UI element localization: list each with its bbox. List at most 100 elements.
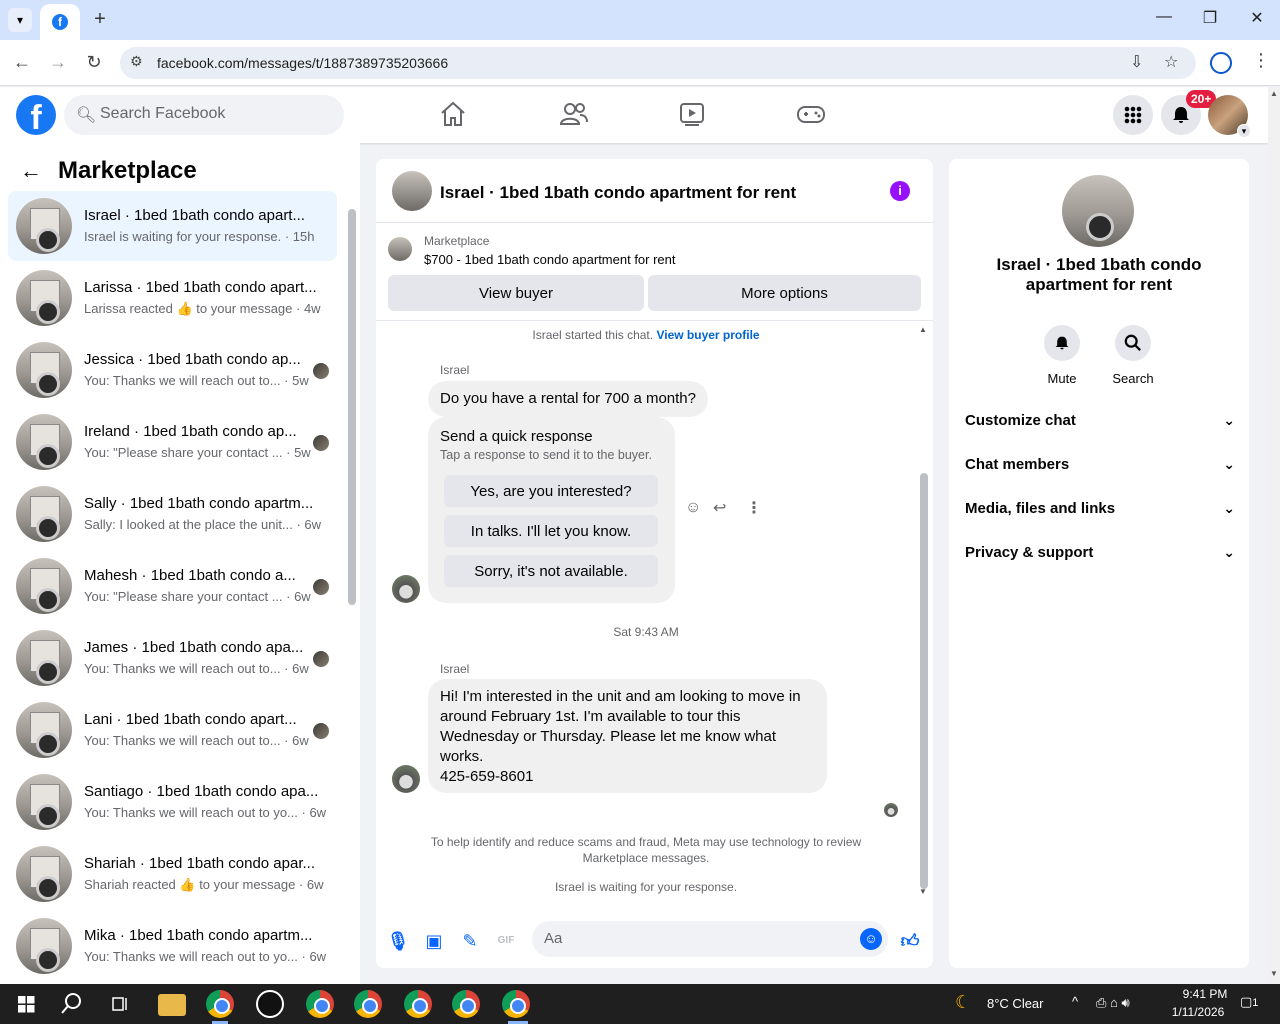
emoji-icon[interactable]: ☺ xyxy=(860,928,882,950)
account-avatar[interactable]: ▾ xyxy=(1208,95,1251,138)
chat-scrollbar[interactable]: ▲ ▼ xyxy=(918,325,930,897)
more-options-button[interactable]: More options xyxy=(648,275,921,311)
page-scrollbar[interactable]: ▲ ▼ xyxy=(1268,87,1280,984)
install-app-icon[interactable]: ⇩ xyxy=(1130,52,1143,72)
more-actions-icon[interactable]: ⋮ xyxy=(746,498,762,518)
quick-reply-yes-button[interactable]: Yes, are you interested? xyxy=(444,475,658,507)
file-explorer-icon[interactable] xyxy=(158,994,186,1016)
close-window-icon[interactable]: ✕ xyxy=(1245,8,1269,28)
conversation-item[interactable]: Ireland · 1bed 1bath condo ap... You: "Pl… xyxy=(8,407,337,477)
tab-search-button[interactable]: ▾ xyxy=(8,8,32,32)
clock-date[interactable]: 1/11/2026 xyxy=(1168,1005,1228,1019)
back-arrow-icon[interactable]: ← xyxy=(10,52,34,73)
tray-icons[interactable]: ⎙ ⌂ 🔊︎ xyxy=(1096,995,1130,1011)
sticker-icon[interactable]: ✎ xyxy=(458,929,482,953)
info-icon[interactable]: i xyxy=(890,181,910,201)
app-icon[interactable] xyxy=(256,990,284,1018)
conversation-item[interactable]: Mika · 1bed 1bath condo apartm... You: Th… xyxy=(8,911,337,981)
view-buyer-button[interactable]: View buyer xyxy=(388,275,644,311)
message-input-box[interactable]: ☺ xyxy=(532,921,888,957)
scrollbar-thumb[interactable] xyxy=(920,473,928,889)
chrome-icon[interactable] xyxy=(452,990,480,1018)
bookmark-star-icon[interactable]: ☆ xyxy=(1164,52,1178,72)
conversation-item[interactable]: Shariah · 1bed 1bath condo apar... Sharia… xyxy=(8,839,337,909)
chrome-icon[interactable] xyxy=(404,990,432,1018)
mute-action[interactable]: Mute xyxy=(1032,325,1092,386)
video-icon[interactable] xyxy=(677,99,707,129)
listing-thumbnail[interactable] xyxy=(388,237,412,261)
scroll-down-icon[interactable]: ▼ xyxy=(919,887,927,896)
chat-title[interactable]: Israel · 1bed 1bath condo apartment for … xyxy=(440,183,796,203)
scroll-up-icon[interactable]: ▲ xyxy=(1270,89,1278,98)
browser-tab-facebook[interactable]: f xyxy=(40,4,80,40)
minimize-icon[interactable]: — xyxy=(1152,8,1176,26)
conversation-item[interactable]: Mahesh · 1bed 1bath condo a... You: "Plea… xyxy=(8,551,337,621)
restore-icon[interactable]: ❐ xyxy=(1198,8,1222,28)
media-files-links-section[interactable]: Media, files and links ⌄ xyxy=(965,500,1235,517)
chat-members-section[interactable]: Chat members ⌄ xyxy=(965,456,1235,473)
browser-menu-icon[interactable]: ⋮ xyxy=(1252,50,1270,71)
reload-icon[interactable]: ↻ xyxy=(82,52,106,73)
photo-icon[interactable]: ▣ xyxy=(422,929,446,953)
conversation-list-scrollbar[interactable] xyxy=(346,193,356,983)
gaming-icon[interactable] xyxy=(796,99,826,129)
conversation-item[interactable]: Sally · 1bed 1bath condo apartm... Sally:… xyxy=(8,479,337,549)
weather-text[interactable]: 8°C Clear xyxy=(987,996,1044,1011)
bell-icon[interactable] xyxy=(1044,325,1080,361)
conversation-item[interactable]: Santiago · 1bed 1bath condo apa... You: T… xyxy=(8,767,337,837)
notification-center-icon[interactable]: ▢1 xyxy=(1240,994,1258,1010)
browser-profile-icon[interactable] xyxy=(1210,52,1232,74)
search-action[interactable]: Search xyxy=(1103,325,1163,386)
scroll-up-icon[interactable]: ▲ xyxy=(919,325,927,334)
facebook-search[interactable]: 🔍︎ xyxy=(64,95,344,135)
microphone-icon[interactable]: 🎙︎ xyxy=(386,929,410,953)
chat-avatar[interactable] xyxy=(392,171,432,211)
thumbs-up-icon[interactable]: 👍︎ xyxy=(898,929,922,953)
conversation-item[interactable]: Israel · 1bed 1bath condo apart... Israel… xyxy=(8,191,337,261)
chrome-icon[interactable] xyxy=(354,990,382,1018)
conversation-item[interactable]: Lani · 1bed 1bath condo apart... You: Tha… xyxy=(8,695,337,765)
conversation-item[interactable]: Jessica · 1bed 1bath condo ap... You: Tha… xyxy=(8,335,337,405)
gif-icon[interactable]: GIF xyxy=(494,929,518,953)
friends-icon[interactable] xyxy=(559,99,589,129)
quick-response-title: Send a quick response xyxy=(440,428,593,445)
chrome-icon[interactable] xyxy=(502,990,530,1018)
sender-avatar[interactable] xyxy=(392,765,420,793)
address-bar[interactable]: ⚙ facebook.com/messages/t/18873897352036… xyxy=(120,47,1196,79)
back-arrow-icon[interactable]: ← xyxy=(20,158,42,184)
chrome-icon[interactable] xyxy=(306,990,334,1018)
chevron-up-icon[interactable]: ^ xyxy=(1072,994,1078,1009)
message-input[interactable] xyxy=(544,930,844,947)
quick-reply-not-available-button[interactable]: Sorry, it's not available. xyxy=(444,555,658,587)
home-icon[interactable] xyxy=(438,99,468,129)
task-view-icon[interactable] xyxy=(106,990,134,1018)
message-bubble[interactable]: Do you have a rental for 700 a month? xyxy=(428,381,708,417)
customize-chat-section[interactable]: Customize chat ⌄ xyxy=(965,412,1235,429)
search-icon[interactable] xyxy=(1115,325,1151,361)
clock-time[interactable]: 9:41 PM xyxy=(1175,987,1235,1001)
facebook-logo-icon[interactable]: f xyxy=(16,95,56,135)
conversation-item[interactable]: James · 1bed 1bath condo apa... You: Than… xyxy=(8,623,337,693)
listing-title[interactable]: $700 - 1bed 1bath condo apartment for re… xyxy=(424,252,676,267)
scroll-down-icon[interactable]: ▼ xyxy=(1270,969,1278,978)
menu-grid-button[interactable] xyxy=(1113,95,1153,135)
scrollbar-thumb[interactable] xyxy=(348,209,356,605)
view-buyer-profile-link[interactable]: View buyer profile xyxy=(656,328,759,342)
quick-reply-in-talks-button[interactable]: In talks. I'll let you know. xyxy=(444,515,658,547)
url-text[interactable]: facebook.com/messages/t/1887389735203666 xyxy=(157,55,448,71)
new-tab-button[interactable]: + xyxy=(90,8,110,31)
chrome-icon[interactable] xyxy=(206,990,234,1018)
sender-avatar[interactable] xyxy=(392,575,420,603)
windows-start-icon[interactable] xyxy=(12,990,40,1018)
forward-arrow-icon[interactable]: → xyxy=(46,52,70,73)
react-emoji-icon[interactable]: ☺ xyxy=(685,499,701,517)
privacy-support-section[interactable]: Privacy & support ⌄ xyxy=(965,544,1235,561)
read-receipt-avatar xyxy=(313,651,329,667)
site-info-icon[interactable]: ⚙ xyxy=(130,53,143,70)
message-bubble[interactable]: Hi! I'm interested in the unit and am lo… xyxy=(428,679,827,793)
conversation-item[interactable]: Larissa · 1bed 1bath condo apart... Laris… xyxy=(8,263,337,333)
reply-icon[interactable]: ↩ xyxy=(713,498,726,518)
search-input[interactable] xyxy=(100,105,330,123)
taskbar-search-icon[interactable] xyxy=(58,990,86,1018)
listing-avatar[interactable] xyxy=(1062,175,1134,247)
